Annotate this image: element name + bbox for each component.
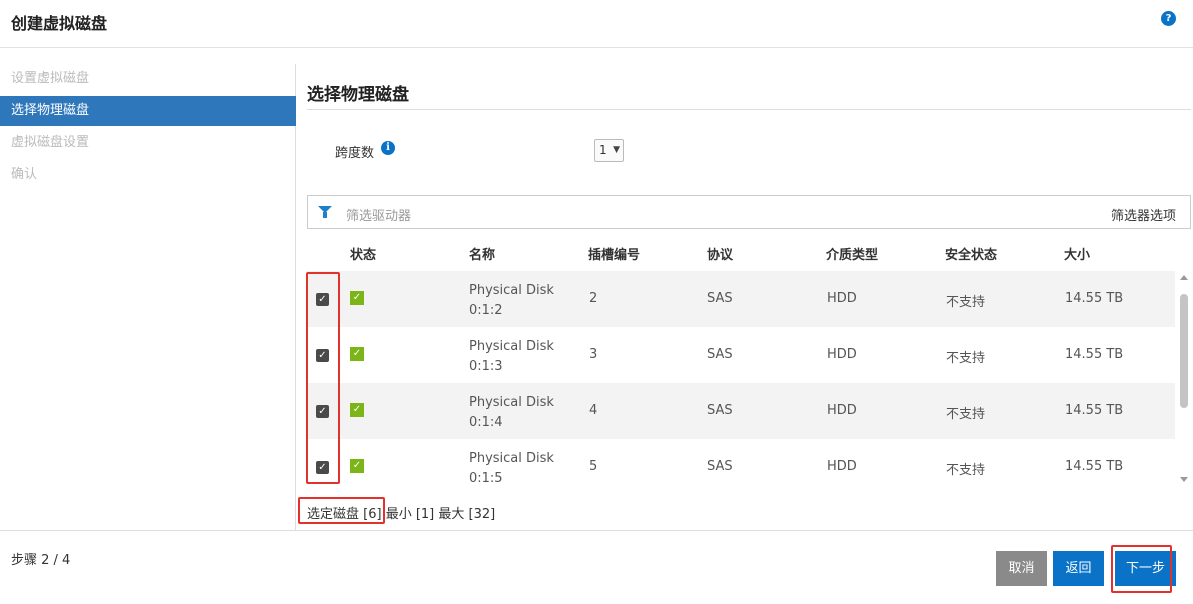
- column-header-protocol: 协议: [707, 248, 734, 263]
- table-row[interactable]: ✓ ✓ Physical Disk 0:1:2 2 SAS HDD 不支持 14.…: [307, 271, 1175, 327]
- disk-security-status: 不支持: [946, 407, 986, 422]
- disk-protocol: SAS: [707, 291, 733, 306]
- selected-disks-count: 选定磁盘 [6]: [307, 507, 382, 522]
- span-count-label: 跨度数: [335, 146, 375, 161]
- wizard-steps-sidebar: 设置虚拟磁盘 选择物理磁盘 虚拟磁盘设置 确认: [0, 64, 296, 530]
- column-header-media-type: 介质类型: [826, 248, 879, 263]
- disk-security-status: 不支持: [946, 463, 986, 478]
- scroll-up-arrow-icon[interactable]: [1180, 275, 1188, 280]
- status-ok-icon: ✓: [350, 347, 364, 361]
- status-ok-icon: ✓: [350, 459, 364, 473]
- help-icon[interactable]: ?: [1161, 11, 1176, 26]
- sidebar-step-select-physical-disks[interactable]: 选择物理磁盘: [0, 96, 296, 126]
- disk-media-type: HDD: [827, 403, 857, 418]
- span-count-select[interactable]: 1 ▼: [594, 139, 624, 162]
- min-disks: 最小 [1]: [385, 507, 435, 522]
- column-header-security-status: 安全状态: [945, 248, 998, 263]
- disk-media-type: HDD: [827, 291, 857, 306]
- disk-protocol: SAS: [707, 347, 733, 362]
- disk-protocol: SAS: [707, 459, 733, 474]
- table-row[interactable]: ✓ ✓ Physical Disk 0:1:5 5 SAS HDD 不支持 14.…: [307, 439, 1175, 495]
- disk-name: Physical Disk 0:1:5: [469, 451, 554, 486]
- disk-name: Physical Disk 0:1:4: [469, 395, 554, 430]
- disk-size: 14.55 TB: [1065, 347, 1124, 362]
- row-checkbox[interactable]: ✓: [316, 349, 329, 362]
- sidebar-step-setup-virtual-disk[interactable]: 设置虚拟磁盘: [0, 64, 296, 94]
- row-checkbox[interactable]: ✓: [316, 405, 329, 418]
- chevron-down-icon: ▼: [613, 145, 620, 155]
- disk-slot: 4: [589, 403, 598, 418]
- scroll-down-arrow-icon[interactable]: [1180, 477, 1188, 482]
- max-disks: 最大 [32]: [438, 507, 496, 522]
- column-header-status: 状态: [350, 248, 377, 263]
- status-ok-icon: ✓: [350, 403, 364, 417]
- disk-security-status: 不支持: [946, 295, 986, 310]
- row-checkbox[interactable]: ✓: [316, 461, 329, 474]
- column-header-slot: 插槽编号: [588, 248, 641, 263]
- status-ok-icon: ✓: [350, 291, 364, 305]
- span-count-value: 1: [599, 143, 607, 157]
- step-counter: 步骤 2 / 4: [11, 553, 71, 568]
- disk-slot: 2: [589, 291, 598, 306]
- disk-slot: 5: [589, 459, 598, 474]
- disk-media-type: HDD: [827, 347, 857, 362]
- cancel-button[interactable]: 取消: [996, 551, 1047, 586]
- table-scrollbar[interactable]: [1177, 270, 1191, 484]
- sidebar-step-virtual-disk-settings[interactable]: 虚拟磁盘设置: [0, 128, 296, 158]
- filter-drives-input[interactable]: 筛选驱动器: [346, 205, 411, 224]
- filter-bar: 筛选驱动器 筛选器选项: [307, 195, 1191, 229]
- scrollbar-thumb[interactable]: [1180, 294, 1188, 408]
- section-divider: [307, 109, 1191, 110]
- disk-protocol: SAS: [707, 403, 733, 418]
- section-title: 选择物理磁盘: [307, 85, 409, 105]
- dialog-header: 创建虚拟磁盘 ?: [0, 0, 1193, 48]
- table-row[interactable]: ✓ ✓ Physical Disk 0:1:3 3 SAS HDD 不支持 14.…: [307, 327, 1175, 383]
- footer-divider: [0, 530, 1193, 531]
- disk-security-status: 不支持: [946, 351, 986, 366]
- disk-media-type: HDD: [827, 459, 857, 474]
- back-button[interactable]: 返回: [1053, 551, 1104, 586]
- column-header-size: 大小: [1064, 248, 1091, 263]
- disk-size: 14.55 TB: [1065, 459, 1124, 474]
- disk-name: Physical Disk 0:1:2: [469, 283, 554, 318]
- info-icon[interactable]: i: [381, 141, 395, 155]
- disk-size: 14.55 TB: [1065, 291, 1124, 306]
- disk-name: Physical Disk 0:1:3: [469, 339, 554, 374]
- table-row[interactable]: ✓ ✓ Physical Disk 0:1:4 4 SAS HDD 不支持 14.…: [307, 383, 1175, 439]
- next-button[interactable]: 下一步: [1115, 551, 1176, 586]
- selection-summary: 选定磁盘 [6] 最小 [1] 最大 [32]: [307, 503, 495, 522]
- filter-options-link[interactable]: 筛选器选项: [1111, 205, 1176, 224]
- column-header-name: 名称: [469, 248, 496, 263]
- filter-icon: [318, 206, 332, 218]
- dialog-title: 创建虚拟磁盘: [11, 14, 108, 33]
- disk-size: 14.55 TB: [1065, 403, 1124, 418]
- disk-slot: 3: [589, 347, 598, 362]
- sidebar-step-confirm[interactable]: 确认: [0, 160, 296, 190]
- row-checkbox[interactable]: ✓: [316, 293, 329, 306]
